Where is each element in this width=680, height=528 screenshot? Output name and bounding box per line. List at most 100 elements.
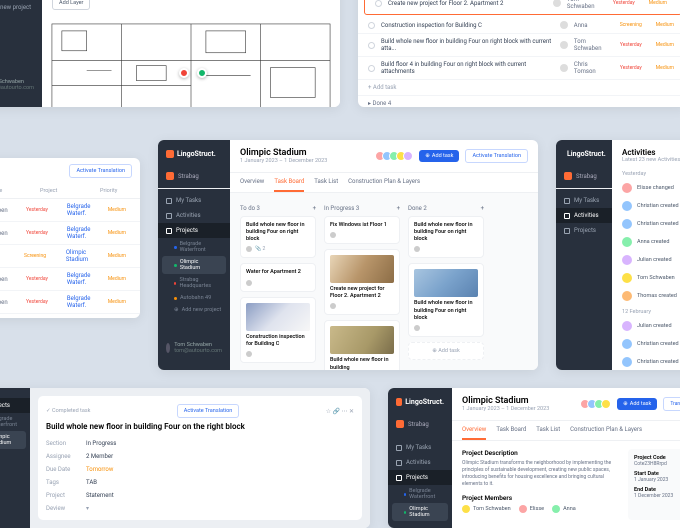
tab-task-board[interactable]: Task Board [496, 421, 526, 440]
kanban-card[interactable]: Build whole new floor in building [324, 320, 400, 370]
sidebar-item-hq[interactable]: Strabag Headquartes [158, 274, 230, 292]
activate-translation-button[interactable]: Activate Translation [177, 404, 240, 418]
nav-my-tasks[interactable]: My Tasks [556, 193, 612, 208]
sidebar-item-olimpic[interactable]: Olimpic Stadium [162, 256, 226, 274]
table-row[interactable]: SchwabenYesterdayBelgrade Waterf.Medium [0, 268, 140, 291]
activate-translation-button[interactable]: Activate Translation [69, 164, 132, 178]
activate-translation-button[interactable]: Activate Translation [465, 149, 528, 163]
activity-item[interactable]: Christian created [612, 197, 680, 215]
detail-assignee[interactable]: Assignee2 Member [46, 450, 354, 463]
tab-task-board[interactable]: Task Board [274, 173, 304, 192]
detail-project[interactable]: ProjectStatement [46, 489, 354, 502]
activity-item[interactable]: Julian created [612, 317, 680, 335]
pin-green[interactable] [197, 68, 207, 78]
avatar [246, 246, 252, 252]
kanban-card[interactable]: Water for Apartment 2 [240, 263, 316, 291]
tab-plan[interactable]: Construction Plan & Layers [348, 173, 420, 192]
task-row[interactable]: Build whole new floor in building Four o… [358, 34, 680, 57]
tab-task-list[interactable]: Task List [314, 173, 338, 192]
activity-item[interactable]: Thomas created [612, 287, 680, 305]
tab-overview[interactable]: Overview [240, 173, 264, 192]
dot-icon [174, 246, 177, 249]
nav-my-tasks[interactable]: My Tasks [388, 440, 452, 455]
member-avatars[interactable] [378, 151, 413, 161]
nav-projects[interactable]: Projects [556, 223, 612, 238]
plus-icon[interactable]: + [481, 205, 484, 212]
member-avatars[interactable] [583, 399, 611, 409]
nav-activities[interactable]: Activities [388, 455, 452, 470]
sidebar-item-olimpic[interactable]: Olimpic Stadium [392, 503, 448, 521]
floorplan-canvas[interactable] [42, 14, 340, 107]
nav-add-project[interactable]: ⊕Add new project [158, 304, 230, 316]
table-row[interactable]: ScreeningOlimpic StadiumMedium [0, 245, 140, 268]
activity-item[interactable]: Christian created [612, 335, 680, 353]
tab-overview[interactable]: Overview [462, 421, 486, 440]
plus-icon[interactable]: + [397, 205, 400, 212]
detail-desc[interactable]: Deview▾ [46, 502, 354, 515]
avatar [622, 339, 632, 349]
dot-icon [404, 511, 406, 514]
nav-my-tasks[interactable]: My Tasks [158, 193, 230, 208]
pin-red[interactable] [179, 68, 189, 78]
nav-projects[interactable]: Projects [158, 223, 230, 238]
add-task-card[interactable]: ⊕ Add task [408, 342, 484, 360]
plus-icon[interactable]: + [313, 205, 316, 212]
nav-activities[interactable]: Activities [556, 208, 612, 223]
checkbox-icon[interactable] [368, 22, 375, 29]
nav-projects[interactable]: Projects [0, 398, 30, 413]
checkbox-icon[interactable] [368, 65, 375, 72]
checkbox-icon[interactable] [375, 0, 382, 7]
activity-item[interactable]: Christian created [612, 215, 680, 233]
sidebar-item-belgrade[interactable]: Belgrade Waterfront [0, 413, 30, 431]
member[interactable]: Anna [552, 505, 576, 513]
kanban-card[interactable]: Create new project for Floor 2. Apartmen… [324, 249, 400, 315]
company-selector[interactable]: Strabag [388, 416, 452, 432]
member[interactable]: Elisse [519, 505, 544, 513]
add-task-row[interactable]: + Add task [358, 80, 680, 96]
kanban-card[interactable]: Build whole new floor in building Four o… [408, 263, 484, 336]
avatar [414, 325, 420, 331]
dot-icon [174, 282, 176, 285]
task-row[interactable]: Construction inspection for Building CAn… [358, 17, 680, 34]
user-footer[interactable]: Tom Schwabentom@autourto.com [0, 73, 42, 97]
sidebar-item-belgrade[interactable]: Belgrade Waterfront [388, 485, 452, 503]
dot-icon [174, 297, 177, 300]
company-selector[interactable]: Strabag [158, 168, 230, 184]
detail-due[interactable]: Due DateTomorrow [46, 463, 354, 476]
kanban-card[interactable]: Fix Windows ist Floor 1 [324, 216, 400, 244]
done-group[interactable]: ▸ Done 4 [358, 96, 680, 107]
avatar [622, 357, 632, 367]
table-row[interactable]: SchwabenYesterdayBelgrade Waterf.Medium [0, 222, 140, 245]
nav-projects[interactable]: Projects [388, 470, 452, 485]
user-footer[interactable]: Tom Schwabentom@autourto.com [158, 336, 230, 360]
kanban-card[interactable]: Build whole new floor in building Four o… [408, 216, 484, 258]
kanban-main: Olimpic Stadium 1 January 2023 – 1 Decem… [230, 140, 538, 370]
member[interactable]: Tom Schwaben [462, 505, 511, 513]
add-task-button[interactable]: ⊕Add task [419, 150, 459, 162]
activity-item[interactable]: Elisse changed [612, 179, 680, 197]
sidebar-item-autobahn[interactable]: Autobahn 49 [158, 292, 230, 304]
toolbar-icons[interactable]: ☆ 🔗 ⋯ ✕ [326, 408, 354, 415]
activity-item[interactable]: Christian created [612, 353, 680, 370]
table-row[interactable]: SchwabenYesterdayBelgrade Waterf.Medium [0, 291, 140, 314]
add-layer-button[interactable]: Add Layer [52, 0, 90, 10]
activity-item[interactable]: Anna created [612, 233, 680, 251]
detail-tags[interactable]: TagsTAB [46, 476, 354, 489]
table-row[interactable]: SchwabenYesterdayBelgrade Waterf.Medium [0, 199, 140, 222]
nav-activities[interactable]: Activities [158, 208, 230, 223]
activity-item[interactable]: Julian created [612, 251, 680, 269]
task-row[interactable]: Build floor 4 in building Four on right … [358, 57, 680, 80]
kanban-card[interactable]: Build whole new floor in building Four o… [240, 216, 316, 258]
tab-task-list[interactable]: Task List [536, 421, 560, 440]
sidebar-item-belgrade[interactable]: Belgrade Waterfront [158, 238, 230, 256]
task-row-highlighted[interactable]: Create new project for Floor 2. Apartmen… [364, 0, 680, 15]
translate-button[interactable]: Translate [663, 397, 680, 411]
kanban-card[interactable]: Construction inspection for Building C [240, 297, 316, 363]
add-task-button[interactable]: ⊕Add task [617, 398, 657, 410]
nav-add-project[interactable]: Add new project [0, 0, 42, 15]
sidebar-item-olimpic[interactable]: Olimpic Stadium [0, 431, 26, 449]
checkbox-icon[interactable] [368, 42, 375, 49]
activity-item[interactable]: Tom Schwaben [612, 269, 680, 287]
company-selector[interactable]: Strabag [556, 168, 612, 184]
tab-plan[interactable]: Construction Plan & Layers [570, 421, 642, 440]
